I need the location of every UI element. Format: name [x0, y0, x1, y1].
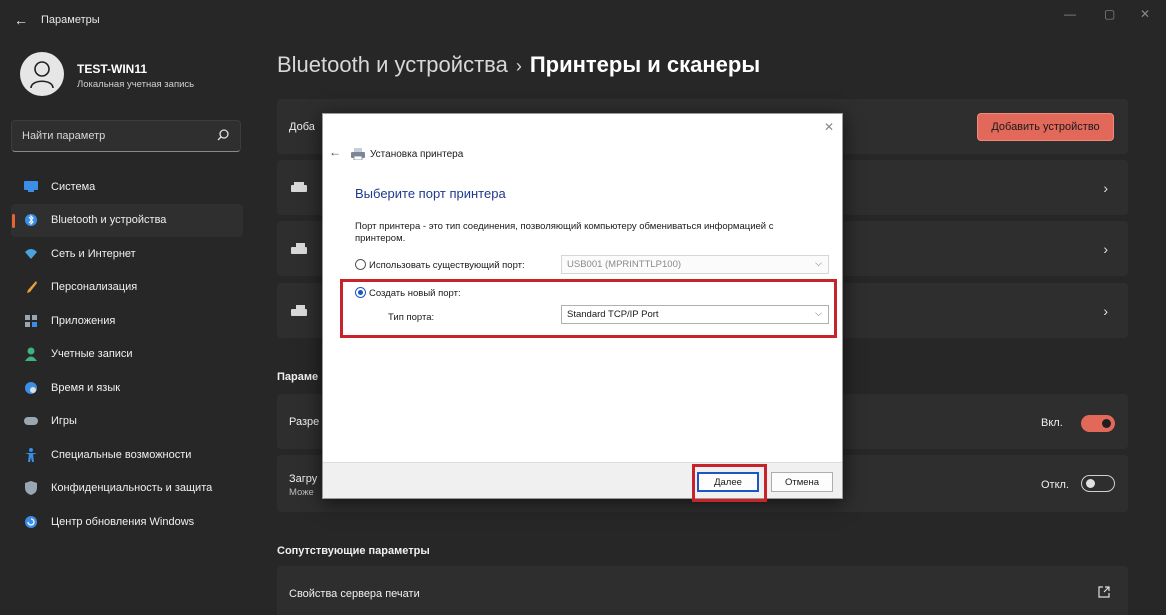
- breadcrumb-parent[interactable]: Bluetooth и устройства: [277, 52, 508, 77]
- sidebar-item-label: Персонализация: [51, 281, 138, 294]
- bluetooth-icon: [24, 213, 38, 227]
- window-title: Параметры: [41, 14, 100, 26]
- highlight-box-next: [692, 464, 767, 502]
- related-settings-heading: Сопутствующие параметры: [277, 545, 430, 557]
- add-device-button[interactable]: Добавить устройство: [977, 113, 1114, 141]
- sidebar-item-label: Центр обновления Windows: [51, 515, 195, 528]
- download-setting-sublabel: Може: [289, 487, 314, 498]
- search-input[interactable]: Найти параметр: [11, 120, 241, 152]
- sidebar-item-label: Система: [51, 180, 96, 193]
- breadcrumb: Bluetooth и устройства › Принтеры и сканер…: [277, 52, 760, 78]
- gamepad-icon: [24, 414, 38, 428]
- sidebar-item-time-language[interactable]: Время и язык: [11, 371, 243, 405]
- sidebar-item-label: Специальные возможности: [51, 448, 192, 461]
- highlight-box-new-port: [340, 279, 837, 338]
- wifi-icon: [24, 247, 38, 261]
- sidebar-nav: Система Bluetooth и устройства Сеть и Ин…: [11, 170, 243, 539]
- close-window-button[interactable]: ✕: [1140, 7, 1150, 21]
- download-setting-label: Загру: [289, 473, 318, 485]
- printer-icon: [351, 148, 365, 160]
- printer-icon: [291, 305, 307, 316]
- chevron-right-icon: ›: [1103, 180, 1108, 196]
- sidebar-item-gaming[interactable]: Игры: [11, 405, 243, 439]
- printer-icon: [291, 243, 307, 254]
- sidebar-item-windows-update[interactable]: Центр обновления Windows: [11, 505, 243, 539]
- shield-icon: [24, 481, 38, 496]
- sidebar-item-label: Приложения: [51, 314, 116, 327]
- maximize-button[interactable]: ▢: [1104, 7, 1115, 21]
- minimize-button[interactable]: —: [1064, 7, 1076, 21]
- sidebar-item-label: Сеть и Интернет: [51, 247, 136, 260]
- sidebar-item-label: Игры: [51, 415, 77, 428]
- dialog-close-icon[interactable]: ✕: [824, 120, 834, 134]
- chevron-right-icon: ›: [1103, 303, 1108, 319]
- existing-port-value: USB001 (MPRINTTLP100): [567, 259, 682, 270]
- cancel-button[interactable]: Отмена: [771, 472, 833, 492]
- chevron-down-icon: ⌵: [815, 258, 822, 268]
- title-bar: ← Параметры — ▢ ✕: [0, 0, 1166, 40]
- dialog-back-icon[interactable]: ←: [329, 145, 341, 159]
- sidebar-item-system[interactable]: Система: [11, 170, 243, 204]
- search-icon: [217, 129, 229, 141]
- print-server-label: Свойства сервера печати: [289, 588, 420, 600]
- sidebar-item-label: Конфиденциальность и защита: [51, 482, 213, 495]
- allow-setting-label: Разре: [289, 416, 320, 428]
- accessibility-icon: [24, 447, 38, 462]
- add-device-row-label: Доба: [289, 121, 315, 133]
- avatar[interactable]: [20, 52, 64, 96]
- dialog-heading: Выберите порт принтера: [355, 186, 506, 201]
- user-icon: [30, 61, 54, 89]
- sidebar-item-label: Учетные записи: [51, 348, 133, 361]
- printer-params-heading: Параме: [277, 371, 319, 383]
- profile-account-type: Локальная учетная запись: [77, 79, 195, 90]
- sidebar-item-accessibility[interactable]: Специальные возможности: [11, 438, 243, 472]
- sidebar-item-personalization[interactable]: Персонализация: [11, 271, 243, 305]
- update-icon: [24, 515, 38, 529]
- apps-icon: [24, 314, 38, 328]
- allow-setting-state: Вкл.: [1041, 417, 1063, 429]
- toggle-knob: [1086, 479, 1095, 488]
- sidebar-item-accounts[interactable]: Учетные записи: [11, 338, 243, 372]
- page-title: Принтеры и сканеры: [529, 52, 761, 77]
- existing-port-radio[interactable]: [355, 259, 366, 270]
- monitor-icon: [24, 180, 38, 194]
- sidebar-item-label: Время и язык: [51, 381, 121, 394]
- brush-icon: [24, 280, 38, 294]
- existing-port-label: Использовать существующий порт:: [369, 260, 525, 271]
- chevron-right-icon: ›: [1103, 241, 1108, 257]
- sidebar-item-privacy[interactable]: Конфиденциальность и защита: [11, 472, 243, 506]
- printer-icon: [291, 182, 307, 192]
- toggle-knob: [1102, 419, 1111, 428]
- sidebar-item-apps[interactable]: Приложения: [11, 304, 243, 338]
- download-setting-state: Откл.: [1041, 479, 1070, 491]
- download-setting-toggle[interactable]: [1081, 475, 1115, 492]
- print-server-row[interactable]: Свойства сервера печати: [277, 566, 1128, 615]
- existing-port-select[interactable]: USB001 (MPRINTTLP100) ⌵: [561, 255, 829, 274]
- breadcrumb-separator-icon: ›: [515, 56, 522, 76]
- sidebar-item-label: Bluetooth и устройства: [51, 214, 167, 227]
- person-icon: [24, 347, 38, 362]
- dialog-title: Установка принтера: [370, 149, 464, 160]
- search-placeholder: Найти параметр: [22, 130, 106, 142]
- profile-name: TEST-WIN11: [77, 62, 148, 76]
- dialog-description: Порт принтера - это тип соединения, позв…: [355, 221, 774, 244]
- sidebar-item-bluetooth[interactable]: Bluetooth и устройства: [11, 203, 243, 237]
- back-arrow-icon[interactable]: ←: [14, 12, 28, 28]
- globe-clock-icon: [24, 381, 38, 395]
- external-link-icon: [1098, 586, 1110, 598]
- sidebar-item-network[interactable]: Сеть и Интернет: [11, 237, 243, 271]
- allow-setting-toggle[interactable]: [1081, 415, 1115, 432]
